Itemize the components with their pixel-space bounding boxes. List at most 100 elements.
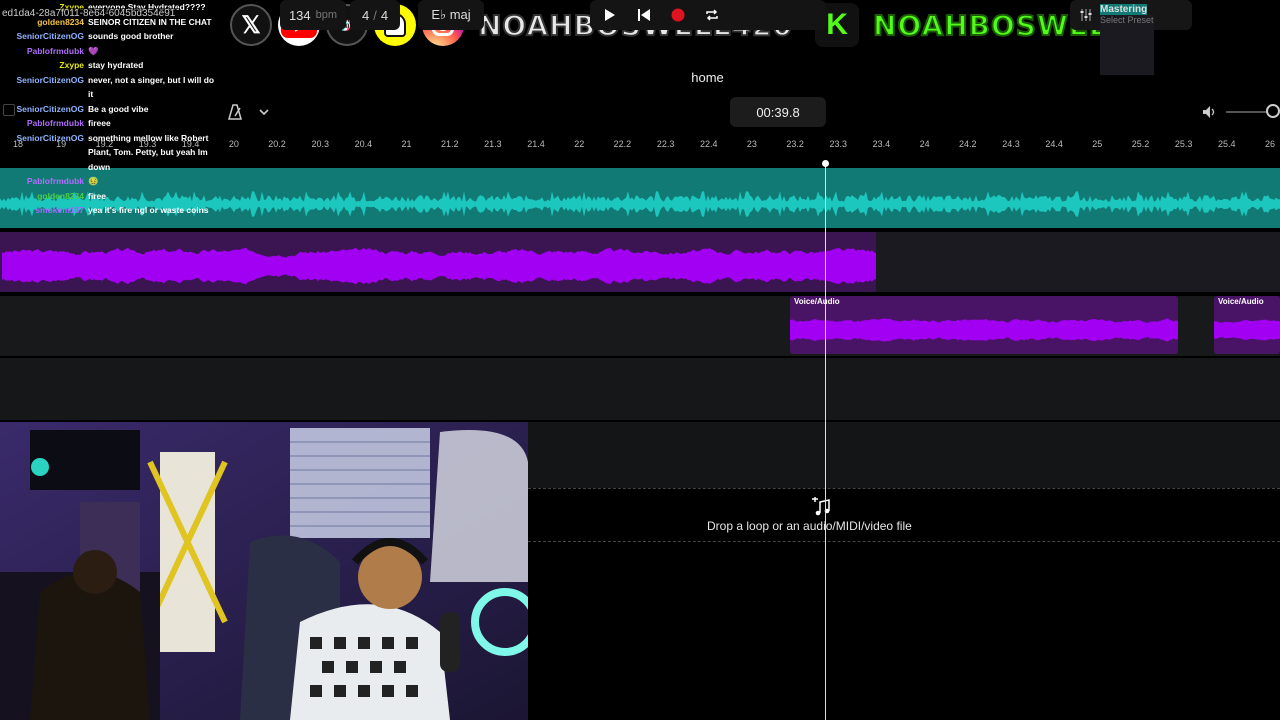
- volume-slider[interactable]: [1226, 111, 1270, 113]
- chat-username: golden8234: [37, 190, 84, 201]
- chat-username: Pablofrmdubk: [26, 176, 84, 186]
- track-2-purple-audio[interactable]: [0, 232, 1280, 292]
- door: [160, 452, 215, 652]
- chat-message: SeniorCitizenOG sounds good brother: [0, 29, 230, 44]
- voice-clips: [790, 296, 1280, 354]
- ruler-tick: 22.2: [613, 139, 632, 149]
- sliders-icon: [1080, 9, 1092, 21]
- mastering-preset-selector[interactable]: Mastering Select Preset: [1070, 0, 1192, 75]
- chat-message: golden8234 firee: [0, 189, 230, 204]
- chat-username: SeniorCitizenOG: [16, 31, 84, 41]
- ruler-tick: 20: [228, 139, 239, 149]
- chat-text: something mellow like Robert Plant, Tom.…: [88, 132, 209, 172]
- chat-hash-text: ed1da4-28a7f011-8e64-6045bd354e91: [0, 8, 178, 19]
- volume-icon[interactable]: [1202, 105, 1218, 119]
- drop-hint: Drop a loop or an audio/MIDI/video file: [707, 519, 912, 533]
- chat-username: smokem187: [35, 205, 84, 215]
- skip-back-icon: [638, 9, 650, 21]
- thunder-flag: [430, 430, 528, 582]
- skip-back-button[interactable]: [636, 7, 652, 23]
- drop-zone[interactable]: [528, 488, 1280, 542]
- ruler-tick: 26: [1264, 139, 1276, 149]
- ruler-tick: 22: [574, 139, 585, 149]
- ruler-tick: 24.4: [1045, 139, 1063, 149]
- track-4-empty[interactable]: [0, 358, 1280, 420]
- chat-username: Pablofrmdubk: [26, 45, 84, 56]
- chat-text: yea it's fire ngl or waste coins: [88, 205, 209, 215]
- play-button[interactable]: [602, 7, 618, 23]
- stream-chat: Zxype everyone Stay Hydrated???? golden823…: [0, 0, 230, 218]
- chat-text: Be a good vibe: [88, 103, 149, 114]
- time-display: 00:39.8: [730, 97, 826, 127]
- chat-username: SeniorCitizenOG: [16, 132, 84, 143]
- ruler-tick: 25: [1092, 139, 1103, 149]
- chat-message: Pablofrmdubk 🤢: [0, 174, 230, 189]
- chat-username: SeniorCitizenOG: [16, 74, 84, 85]
- ruler-tick: 23: [746, 139, 757, 149]
- x-logo-icon: 𝕏: [230, 4, 272, 46]
- chevron-down-icon[interactable]: [258, 106, 270, 118]
- ruler-tick: 23.2: [786, 139, 804, 149]
- chat-text: 🤢: [88, 176, 99, 186]
- track-3-voice[interactable]: Voice/Audio Voice/Audio: [0, 296, 1280, 356]
- chat-text: 💜: [88, 45, 99, 56]
- add-music-icon: [812, 497, 830, 516]
- time-signature[interactable]: 4 / 4: [350, 0, 400, 30]
- ruler-tick: 20.3: [311, 139, 329, 149]
- record-button[interactable]: [670, 7, 686, 23]
- ruler-tick: 25.3: [1174, 139, 1193, 149]
- time-sig-divider: /: [373, 7, 377, 23]
- chat-message: SeniorCitizenOG Be a good vibe: [0, 102, 230, 117]
- chat-username: Zxype: [59, 60, 84, 70]
- playhead-handle[interactable]: [822, 160, 829, 167]
- ruler-tick: 22.4: [699, 139, 718, 149]
- ruler-tick: 24.3: [1002, 139, 1020, 149]
- chat-text: stay hydrated: [88, 60, 144, 70]
- ruler-tick: 24: [919, 139, 930, 149]
- clip-label: Voice/Audio: [1218, 297, 1264, 306]
- volume-slider-knob[interactable]: [1266, 104, 1280, 118]
- loop-button[interactable]: [704, 7, 720, 23]
- mastering-preset: Select Preset: [1100, 15, 1154, 75]
- panel-toggle-icon[interactable]: [3, 104, 15, 116]
- person-left: [30, 572, 150, 720]
- chat-message: Pablofrmdubk 💜: [0, 44, 230, 59]
- time-sig-numerator: 4: [361, 7, 370, 23]
- ruler-tick: 20.4: [354, 139, 373, 149]
- key-selector[interactable]: E♭ maj: [418, 0, 484, 30]
- ruler-tick: 25.2: [1131, 139, 1150, 149]
- webcam-scene: [0, 422, 528, 720]
- bpm-unit: bpm: [315, 9, 338, 21]
- microphone: [440, 612, 460, 672]
- record-icon: [671, 8, 685, 22]
- ruler-tick: 21.4: [527, 139, 545, 149]
- chat-message: SeniorCitizenOG something mellow like Rob…: [0, 131, 230, 175]
- chat-text: firee: [88, 190, 106, 201]
- ruler-tick: 24.2: [959, 139, 977, 149]
- time-sig-denominator: 4: [380, 7, 389, 23]
- webcam-feed: [0, 422, 528, 720]
- ruler-tick: 25.4: [1218, 139, 1236, 149]
- transport-bar: [590, 0, 826, 30]
- ruler-tick: 21.3: [484, 139, 502, 149]
- play-icon: [605, 9, 615, 21]
- clip-label: Voice/Audio: [794, 297, 840, 306]
- tempo-control[interactable]: 134 bpm: [280, 0, 346, 30]
- chat-text: sounds good brother: [88, 31, 174, 41]
- key-value: E♭ maj: [431, 7, 471, 22]
- chat-text: never, not a singer, but I will do it: [88, 74, 215, 100]
- chat-message: Zxype stay hydrated: [0, 58, 230, 73]
- chat-message: Pablofrmdubk fireee: [0, 116, 230, 131]
- loop-icon: [706, 9, 718, 21]
- chat-message: smokem187 yea it's fire ngl or waste coin…: [0, 203, 230, 218]
- ruler-tick: 23.3: [829, 139, 848, 149]
- chat-username: Pablofrmdubk: [26, 118, 84, 128]
- ruler-tick: 22.3: [656, 139, 675, 149]
- chat-text: fireee: [88, 118, 111, 128]
- waveform-purple: [0, 232, 876, 292]
- playhead[interactable]: [825, 162, 826, 720]
- ruler-tick: 20.2: [268, 139, 286, 149]
- ruler-tick: 23.4: [872, 139, 891, 149]
- bpm-value: 134: [288, 7, 311, 23]
- tv: [30, 430, 140, 490]
